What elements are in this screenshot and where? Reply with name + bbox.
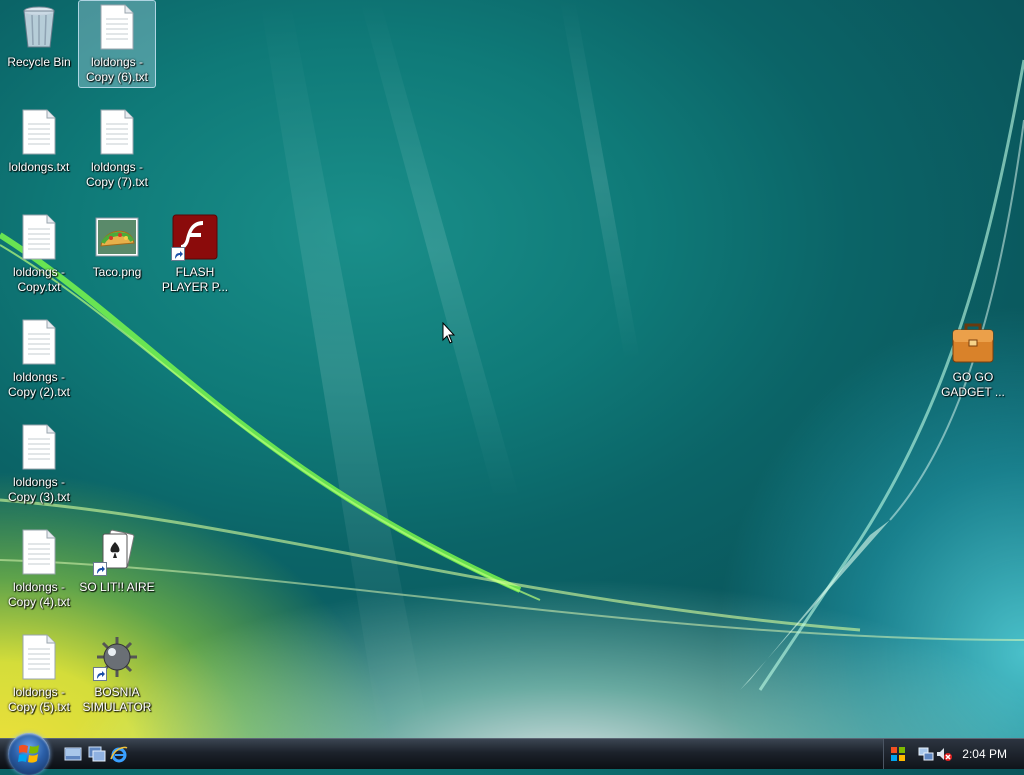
volume-muted-icon[interactable] [936,746,952,762]
text-document-icon [15,213,63,261]
text-document-icon [93,3,141,51]
mouse-cursor-icon [442,322,456,344]
shortcut-arrow-icon [93,667,107,681]
desktop[interactable]: Recycle Bin loldongs.txt loldongs - Copy… [0,0,1024,738]
recycle-bin-icon[interactable]: Recycle Bin [0,0,78,88]
switch-windows-icon[interactable] [88,746,106,762]
icon-label: BOSNIA SIMULATOR [82,685,152,714]
icon-label: Recycle Bin [7,55,71,69]
icon-label: loldongs - Copy (6).txt [85,55,148,84]
network-icon[interactable] [918,746,934,762]
windows-logo-icon [18,744,39,763]
text-document-icon [15,108,63,156]
text-document-icon [15,633,63,681]
image-file-icon[interactable]: Taco.png [78,210,156,298]
text-file-icon[interactable]: loldongs - Copy (3).txt [0,420,78,508]
taskbar: 2:04 PM [0,733,1024,775]
icon-label: loldongs - Copy (4).txt [7,580,70,609]
icon-label: loldongs - Copy.txt [12,265,66,294]
flash-icon [171,213,219,261]
text-document-icon [15,528,63,576]
briefcase-glyph-icon [949,318,997,366]
icon-label: FLASH PLAYER P... [161,265,229,294]
recycle-bin-glyph-icon [15,3,63,51]
solitaire-shortcut-icon[interactable]: SO LIT!! AIRE [78,525,156,613]
internet-explorer-icon[interactable] [110,745,128,763]
icon-label: loldongs - Copy (2).txt [7,370,70,399]
text-file-icon[interactable]: loldongs - Copy (4).txt [0,525,78,613]
text-file-icon[interactable]: loldongs - Copy (7).txt [78,105,156,193]
text-file-icon[interactable]: loldongs - Copy (5).txt [0,630,78,718]
playing-cards-icon [93,528,141,576]
text-file-icon[interactable]: loldongs - Copy.txt [0,210,78,298]
text-file-icon[interactable]: loldongs.txt [0,105,78,193]
icon-label: SO LIT!! AIRE [79,580,155,594]
icon-label: loldongs - Copy (7).txt [85,160,148,189]
briefcase-icon[interactable]: GO GO GADGET ... [934,315,1012,403]
icon-label: loldongs - Copy (5).txt [7,685,70,714]
icon-label: loldongs.txt [8,160,70,174]
text-file-icon-selected[interactable]: loldongs - Copy (6).txt [78,0,156,88]
windows-flag-icon[interactable] [890,746,906,762]
mine-icon [93,633,141,681]
shortcut-arrow-icon [171,247,185,261]
text-document-icon [15,423,63,471]
taco-image-icon [93,213,141,261]
clock[interactable]: 2:04 PM [962,747,1007,761]
start-button[interactable] [8,733,50,775]
minesweeper-shortcut-icon[interactable]: BOSNIA SIMULATOR [78,630,156,718]
flash-player-shortcut-icon[interactable]: FLASH PLAYER P... [156,210,234,298]
shortcut-arrow-icon [93,562,107,576]
icon-label: loldongs - Copy (3).txt [7,475,70,504]
text-document-icon [93,108,141,156]
icon-label: Taco.png [92,265,142,279]
text-file-icon[interactable]: loldongs - Copy (2).txt [0,315,78,403]
text-document-icon [15,318,63,366]
notification-area: 2:04 PM [883,739,1024,769]
show-desktop-icon[interactable] [64,746,82,762]
icon-label: GO GO GADGET ... [941,370,1005,399]
